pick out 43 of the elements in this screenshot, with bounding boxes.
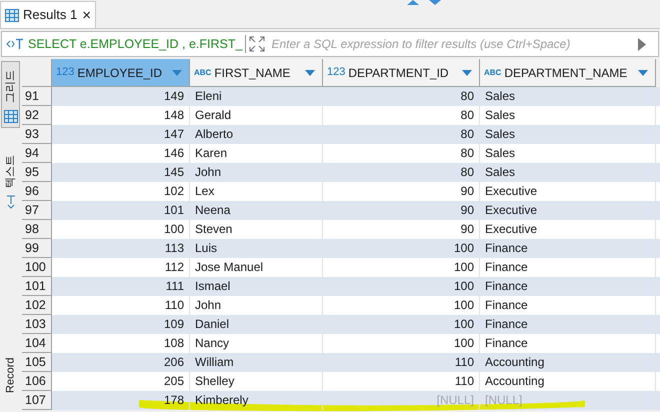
dropdown-icon[interactable] xyxy=(172,70,182,76)
filter-input[interactable]: Enter a SQL expression to filter results (use Ctrl+Space) xyxy=(271,35,638,53)
play-icon[interactable] xyxy=(638,38,646,50)
row-number[interactable]: 107 xyxy=(22,391,52,410)
row-number[interactable]: 106 xyxy=(22,372,52,391)
grid-icon xyxy=(5,8,19,22)
row-number[interactable]: 99 xyxy=(22,239,52,258)
filter-bar[interactable]: SELECT e.EMPLOYEE_ID , e.FIRST_ Enter a SQL expression to filter results (use Ctrl+Space) xyxy=(1,31,659,57)
row-number[interactable]: 98 xyxy=(22,220,52,239)
column-header[interactable]: 123 DEPARTMENT_ID xyxy=(323,59,480,87)
row-number[interactable]: 101 xyxy=(22,277,52,296)
side-tab[interactable]: 텍스트 xyxy=(1,147,20,213)
row-number[interactable]: 103 xyxy=(22,315,52,334)
results-tab[interactable]: Results 1 × xyxy=(0,1,96,28)
column-title: ABC FIRST_NAME xyxy=(194,64,290,82)
row-number[interactable]: 94 xyxy=(22,144,52,163)
side-tab[interactable]: 그리드 xyxy=(1,61,20,128)
grid-icon xyxy=(4,110,18,123)
row-number[interactable]: 105 xyxy=(22,353,52,372)
dropdown-icon[interactable] xyxy=(462,70,472,76)
tab-label: Results 1 xyxy=(23,6,78,24)
column-header[interactable]: ABC DEPARTMENT_NAME xyxy=(480,59,656,87)
row-number[interactable]: 96 xyxy=(22,182,52,201)
dropdown-icon[interactable] xyxy=(305,70,315,76)
row-number[interactable]: 102 xyxy=(22,296,52,315)
expand-icon[interactable] xyxy=(249,36,266,52)
column-title: 123 EMPLOYEE_ID xyxy=(56,64,162,82)
row-number[interactable]: 91 xyxy=(22,87,52,106)
dropdown-icon[interactable] xyxy=(638,70,648,76)
side-tab[interactable]: Record xyxy=(1,341,20,409)
column-header[interactable]: 123 EMPLOYEE_ID xyxy=(52,59,190,87)
row-number[interactable]: 97 xyxy=(22,201,52,220)
column-title: ABC DEPARTMENT_NAME xyxy=(484,64,628,82)
row-number[interactable]: 100 xyxy=(22,258,52,277)
row-number[interactable]: 92 xyxy=(22,106,52,125)
close-icon[interactable]: × xyxy=(82,8,91,22)
column-header[interactable]: ABC FIRST_NAME xyxy=(190,59,323,87)
sql-query-text[interactable]: SELECT e.EMPLOYEE_ID , e.FIRST_ xyxy=(28,34,242,54)
row-number[interactable]: 93 xyxy=(22,125,52,144)
row-number[interactable]: 95 xyxy=(22,163,52,182)
row-number[interactable]: 104 xyxy=(22,334,52,353)
collapse-arrows-icon[interactable] xyxy=(407,0,443,5)
column-title: 123 DEPARTMENT_ID xyxy=(327,64,449,82)
